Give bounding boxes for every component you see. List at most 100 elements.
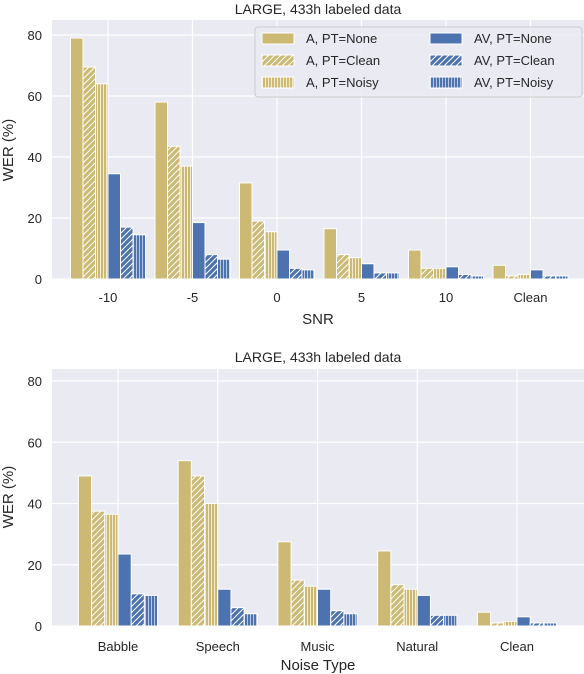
y-tick-label: 60: [28, 89, 42, 104]
noise-type-chart: LARGE, 433h labeled data 0 20 40 60 80 Babbl…: [0, 349, 584, 674]
bar-av-pt-none-5: [361, 263, 375, 280]
x-tick-label: Clean: [514, 290, 548, 305]
bar-a-pt-noisy-5: [348, 257, 362, 280]
y-tick-label: 0: [35, 619, 42, 634]
bar-av-pt-noisy-0: [301, 269, 315, 280]
bar-av-pt-clean--5: [204, 254, 218, 280]
bar-a-pt-none-clean: [476, 611, 492, 627]
bar-av-pt-noisy-babble: [143, 594, 159, 627]
bar-av-pt-noisy-5: [386, 272, 400, 280]
bar-av-pt-noisy--10: [132, 234, 146, 280]
bar-av-pt-noisy-music: [343, 613, 358, 627]
x-tick-label: Natural: [396, 639, 438, 654]
bar-av-pt-none-clean: [530, 269, 544, 280]
x-axis-label: SNR: [302, 311, 334, 328]
y-axis-label: WER (%): [0, 466, 17, 529]
x-tick-labels: -10 -5 0 5 10 Clean: [99, 290, 548, 305]
y-tick-label: 40: [28, 497, 42, 512]
bar-a-pt-clean-5: [336, 254, 350, 280]
bar-av-pt-noisy-10: [470, 275, 484, 280]
legend-item: A, PT=None: [261, 31, 377, 46]
x-tick-label: 0: [273, 290, 280, 305]
bar-av-pt-clean-natural: [429, 614, 445, 627]
bar-av-pt-none-babble: [117, 553, 132, 627]
bar-av-pt-clean-speech: [230, 607, 245, 627]
bar-a-pt-clean-music: [290, 579, 305, 627]
legend-label: A, PT=None: [306, 31, 377, 46]
bar-av-pt-clean-babble: [130, 593, 145, 627]
bar-av-pt-noisy-natural: [443, 614, 458, 627]
bar-av-pt-clean-10: [458, 273, 472, 280]
y-tick-label: 80: [28, 374, 42, 389]
bar-a-pt-clean-natural: [390, 584, 405, 627]
bar-a-pt-none-music: [277, 541, 292, 627]
y-axis-label: WER (%): [0, 119, 17, 182]
bar-a-pt-noisy--10: [95, 83, 109, 280]
bar-a-pt-none-babble: [77, 475, 93, 627]
x-axis-label: Noise Type: [281, 657, 356, 674]
legend-item: AV, PT=Clean: [429, 53, 555, 68]
bar-a-pt-none--5: [154, 101, 168, 280]
bar-av-pt-none-speech: [217, 588, 232, 627]
y-tick-label: 40: [28, 150, 42, 165]
bar-a-pt-noisy-10: [433, 267, 447, 280]
bar-a-pt-noisy-speech: [204, 503, 219, 627]
bar-a-pt-none-natural: [377, 550, 392, 627]
bar-a-pt-clean--10: [82, 66, 96, 280]
bar-a-pt-noisy-natural: [403, 588, 418, 627]
legend-label: AV, PT=Noisy: [474, 75, 554, 90]
y-tick-label: 20: [28, 558, 42, 573]
bar-a-pt-none-10: [408, 249, 422, 280]
bar-a-pt-none-5: [323, 228, 337, 280]
legend-label: A, PT=Clean: [306, 53, 380, 68]
bar-a-pt-clean-clean: [490, 622, 505, 627]
bar-a-pt-none-speech: [177, 460, 192, 627]
legend-label: A, PT=Noisy: [306, 75, 379, 90]
snr-chart: LARGE, 433h labeled data 0 20 40 60 80 -10 -5…: [0, 1, 584, 328]
bar-av-pt-clean-music: [330, 610, 345, 627]
bar-av-pt-none-10: [445, 266, 459, 280]
bar-a-pt-none--10: [70, 37, 84, 280]
bar-a-pt-clean-babble: [91, 510, 106, 627]
x-tick-label: -10: [99, 290, 118, 305]
legend-item: AV, PT=None: [429, 31, 552, 46]
bar-a-pt-none-clean: [492, 264, 506, 280]
chart-title: LARGE, 433h labeled data: [235, 1, 402, 17]
legend-label: AV, PT=None: [474, 31, 552, 46]
bar-a-pt-noisy-music: [303, 585, 318, 627]
bar-av-pt-noisy-clean: [542, 622, 558, 627]
y-tick-label: 0: [35, 272, 42, 287]
legend-swatch: [261, 32, 295, 45]
legend-swatch: [429, 54, 463, 67]
bar-a-pt-clean-speech: [190, 475, 206, 627]
bar-a-pt-none-0: [239, 182, 253, 280]
bar-av-pt-none-clean: [516, 616, 531, 627]
x-tick-label: -5: [187, 290, 199, 305]
x-tick-label: Speech: [196, 639, 240, 654]
chart-title: LARGE, 433h labeled data: [235, 349, 402, 365]
bar-av-pt-clean-0: [289, 267, 303, 280]
x-tick-label: 10: [439, 290, 453, 305]
bar-a-pt-noisy-babble: [104, 513, 119, 627]
bar-a-pt-noisy-clean: [503, 620, 518, 627]
legend-swatch: [261, 76, 295, 89]
x-tick-labels: Babble Speech Music Natural Clean: [98, 639, 534, 654]
legend: A, PT=None A, PT=Clean A, PT=Noisy AV, PT=N…: [254, 26, 583, 98]
bar-av-pt-none-natural: [416, 594, 431, 627]
bar-a-pt-noisy-0: [264, 231, 278, 280]
y-tick-label: 80: [28, 28, 42, 43]
x-tick-label: 5: [358, 290, 365, 305]
bar-a-pt-noisy--5: [179, 165, 193, 280]
bar-a-pt-clean--5: [167, 145, 181, 280]
legend-swatch: [429, 32, 463, 45]
bar-av-pt-clean-clean: [529, 622, 544, 627]
bar-av-pt-clean--10: [120, 226, 134, 280]
bar-av-pt-none-music: [317, 588, 332, 627]
x-tick-label: Clean: [500, 639, 534, 654]
bar-a-pt-clean-10: [420, 267, 434, 280]
bar-a-pt-clean-clean: [505, 275, 519, 280]
legend-item: A, PT=Noisy: [261, 75, 379, 90]
legend-label: AV, PT=Clean: [474, 53, 555, 68]
legend-swatch: [261, 54, 295, 67]
figure: LARGE, 433h labeled data 0 20 40 60 80 -10 -5…: [0, 1, 584, 674]
